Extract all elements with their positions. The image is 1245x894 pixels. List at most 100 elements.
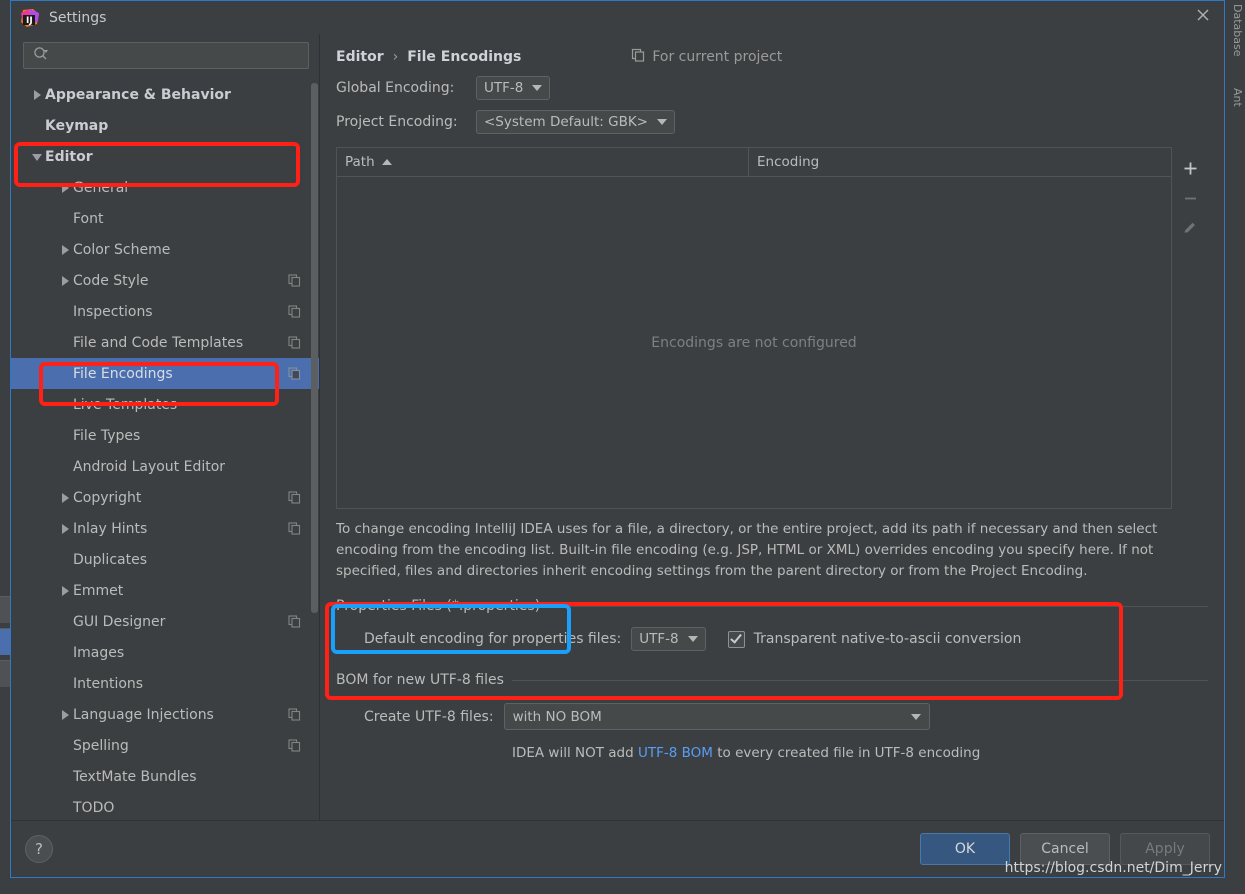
sidebar-item-todo[interactable]: TODO bbox=[11, 792, 319, 820]
bom-group: BOM for new UTF-8 files Create UTF-8 fil… bbox=[336, 671, 1208, 761]
default-properties-encoding-dropdown[interactable]: UTF-8 bbox=[631, 627, 706, 651]
remove-icon[interactable] bbox=[1176, 183, 1204, 213]
sidebar-item-label: Android Layout Editor bbox=[73, 458, 226, 475]
sidebar-item-inspections[interactable]: Inspections bbox=[11, 296, 319, 327]
sidebar-item-label: Language Injections bbox=[73, 706, 214, 723]
sidebar-item-language-injections[interactable]: Language Injections bbox=[11, 699, 319, 730]
sidebar-item-gui-designer[interactable]: GUI Designer bbox=[11, 606, 319, 637]
search-input[interactable] bbox=[53, 47, 302, 64]
properties-group-title: Properties Files (*.properties) bbox=[336, 598, 541, 614]
chevron-right-icon[interactable] bbox=[59, 181, 73, 195]
sidebar-item-label: Emmet bbox=[73, 582, 124, 599]
sidebar-item-label: Intentions bbox=[73, 675, 144, 692]
copy-settings-icon bbox=[631, 48, 652, 66]
close-icon[interactable] bbox=[1192, 6, 1214, 28]
create-utf8-files-dropdown[interactable]: with NO BOM bbox=[503, 703, 930, 730]
help-button[interactable]: ? bbox=[25, 835, 53, 863]
ide-vtab-database[interactable]: Database bbox=[1226, 4, 1244, 57]
sidebar-item-general[interactable]: General bbox=[11, 172, 319, 203]
edit-pencil-icon[interactable] bbox=[1176, 213, 1204, 243]
transparent-native-to-ascii-checkbox[interactable]: Transparent native-to-ascii conversion bbox=[727, 630, 1021, 648]
project-encoding-value: <System Default: GBK> bbox=[484, 114, 648, 130]
chevron-right-icon[interactable] bbox=[59, 274, 73, 288]
ide-vtab-ant[interactable]: Ant bbox=[1226, 88, 1244, 107]
ide-status-bar bbox=[0, 876, 1245, 894]
breadcrumb-parent[interactable]: Editor bbox=[336, 49, 384, 65]
create-utf8-files-label: Create UTF-8 files: bbox=[364, 708, 494, 725]
settings-dialog: IJ Settings Appearance & Behavior Keymap… bbox=[10, 0, 1225, 878]
table-header-encoding-label: Encoding bbox=[757, 154, 820, 170]
sidebar-item-code-style[interactable]: Code Style bbox=[11, 265, 319, 296]
sidebar-item-images[interactable]: Images bbox=[11, 637, 319, 668]
global-encoding-dropdown[interactable]: UTF-8 bbox=[476, 76, 551, 100]
sidebar-scrollbar-thumb[interactable] bbox=[311, 83, 318, 613]
bom-note-link[interactable]: UTF-8 BOM bbox=[638, 745, 713, 761]
encodings-table-block: Path Encoding Encodings are not configur… bbox=[336, 147, 1208, 509]
sidebar-item-keymap[interactable]: Keymap bbox=[11, 110, 319, 141]
add-icon[interactable] bbox=[1176, 153, 1204, 183]
sidebar-item-label: File Encodings bbox=[73, 365, 173, 382]
sidebar-item-file-encodings[interactable]: File Encodings bbox=[11, 358, 319, 389]
sidebar-item-label: Inspections bbox=[73, 303, 153, 320]
sidebar-item-appearance-behavior[interactable]: Appearance & Behavior bbox=[11, 79, 319, 110]
project-encoding-label: Project Encoding: bbox=[336, 114, 458, 130]
sidebar-item-textmate-bundles[interactable]: TextMate Bundles bbox=[11, 761, 319, 792]
sidebar-item-label: File and Code Templates bbox=[73, 334, 244, 351]
bom-note: IDEA will NOT add UTF-8 BOM to every cre… bbox=[512, 745, 1208, 761]
global-encoding-row: Global Encoding: UTF-8 bbox=[336, 76, 1208, 100]
search-box[interactable] bbox=[23, 42, 309, 69]
bom-note-suffix: to every created file in UTF-8 encoding bbox=[712, 745, 981, 761]
sidebar-item-label: TODO bbox=[73, 799, 115, 816]
sidebar-item-spelling[interactable]: Spelling bbox=[11, 730, 319, 761]
chevron-right-icon[interactable] bbox=[59, 491, 73, 505]
copy-settings-icon bbox=[288, 522, 301, 535]
encodings-table[interactable]: Path Encoding Encodings are not configur… bbox=[336, 147, 1172, 509]
watermark-text: https://blog.csdn.net/Dim_Jerry bbox=[1004, 860, 1222, 876]
search-container bbox=[11, 34, 319, 79]
default-properties-encoding-label: Default encoding for properties files: bbox=[364, 631, 622, 647]
sidebar-item-label: GUI Designer bbox=[73, 613, 166, 630]
sidebar-item-editor[interactable]: Editor bbox=[11, 141, 319, 172]
sidebar-item-font[interactable]: Font bbox=[11, 203, 319, 234]
global-encoding-label: Global Encoding: bbox=[336, 80, 455, 96]
table-header-path[interactable]: Path bbox=[337, 148, 749, 176]
sidebar-item-file-and-code-templates[interactable]: File and Code Templates bbox=[11, 327, 319, 358]
dialog-footer: ? OK Cancel Apply https://blog.csdn.net/… bbox=[11, 820, 1224, 877]
sidebar-item-duplicates[interactable]: Duplicates bbox=[11, 544, 319, 575]
chevron-right-icon[interactable] bbox=[59, 522, 73, 536]
chevron-right-icon[interactable] bbox=[31, 88, 45, 102]
sidebar-item-color-scheme[interactable]: Color Scheme bbox=[11, 234, 319, 265]
sidebar-item-inlay-hints[interactable]: Inlay Hints bbox=[11, 513, 319, 544]
sidebar-item-intentions[interactable]: Intentions bbox=[11, 668, 319, 699]
sidebar-item-live-templates[interactable]: Live Templates bbox=[11, 389, 319, 420]
project-encoding-dropdown[interactable]: <System Default: GBK> bbox=[476, 110, 675, 134]
sidebar-item-label: Font bbox=[73, 210, 104, 227]
for-current-project-label[interactable]: For current project bbox=[631, 48, 782, 66]
chevron-down-icon[interactable] bbox=[31, 150, 45, 164]
global-encoding-value: UTF-8 bbox=[484, 80, 524, 96]
sidebar-item-android-layout-editor[interactable]: Android Layout Editor bbox=[11, 451, 319, 482]
chevron-right-icon[interactable] bbox=[59, 584, 73, 598]
table-header-encoding[interactable]: Encoding bbox=[749, 148, 1171, 176]
chevron-right-icon[interactable] bbox=[59, 243, 73, 257]
sidebar-item-label: Spelling bbox=[73, 737, 129, 754]
sidebar-scrollbar[interactable] bbox=[310, 79, 319, 820]
chevron-down-icon bbox=[532, 85, 543, 91]
sidebar-item-copyright[interactable]: Copyright bbox=[11, 482, 319, 513]
sidebar-item-file-types[interactable]: File Types bbox=[11, 420, 319, 451]
table-body: Encodings are not configured bbox=[337, 177, 1171, 508]
encodings-help-text: To change encoding IntelliJ IDEA uses fo… bbox=[336, 521, 1158, 579]
table-empty-message: Encodings are not configured bbox=[651, 334, 857, 351]
copy-settings-icon bbox=[288, 739, 301, 752]
ok-button[interactable]: OK bbox=[920, 833, 1010, 865]
table-header-row: Path Encoding bbox=[337, 148, 1171, 177]
sidebar-item-emmet[interactable]: Emmet bbox=[11, 575, 319, 606]
bom-group-content: Create UTF-8 files: with NO BOM bbox=[336, 689, 1208, 734]
chevron-right-icon[interactable] bbox=[59, 708, 73, 722]
settings-tree[interactable]: Appearance & Behavior Keymap Editor General… bbox=[11, 79, 319, 820]
